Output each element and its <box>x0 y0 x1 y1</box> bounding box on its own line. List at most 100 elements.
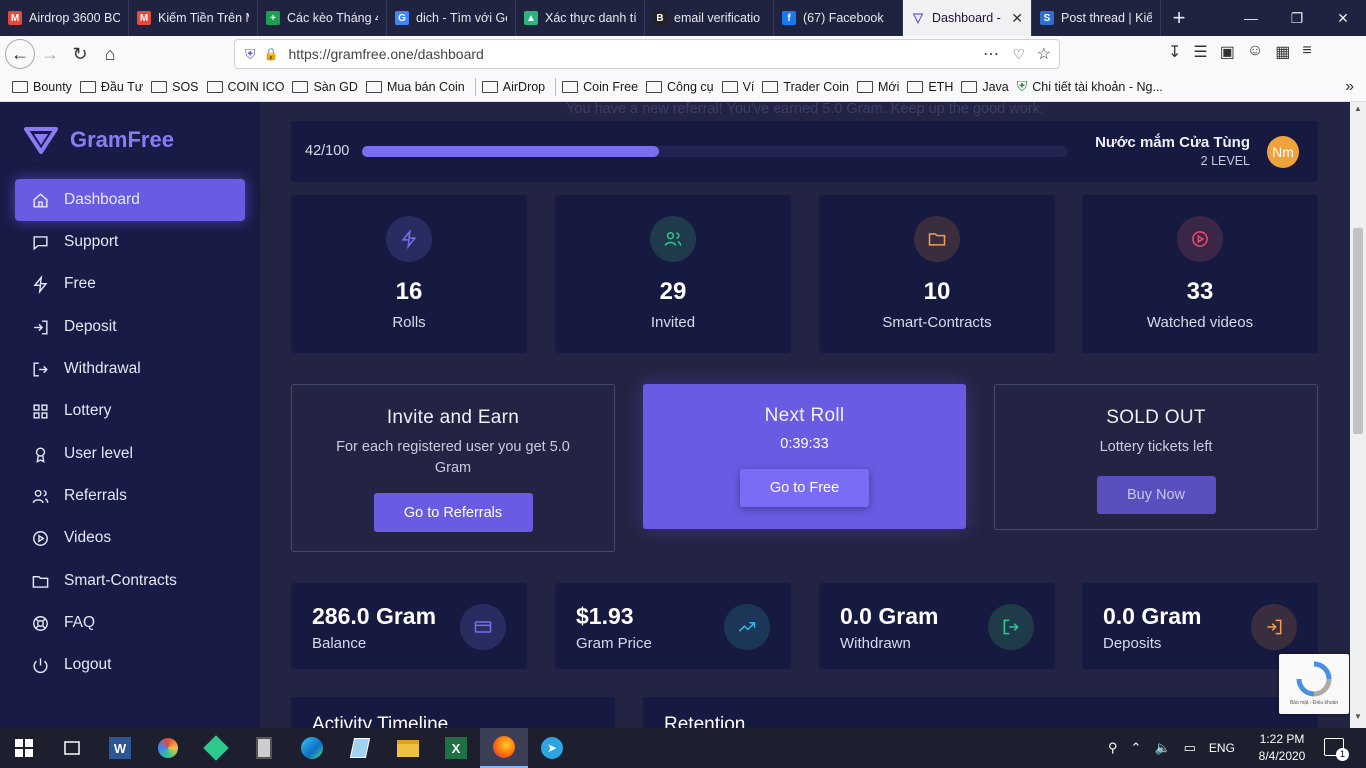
forward-icon[interactable]: → <box>35 39 65 69</box>
people-icon[interactable]: ⚲ <box>1108 740 1118 756</box>
close-tab-icon[interactable]: ✕ <box>1011 10 1023 27</box>
bookmark-item[interactable]: ⛨ Chi tiết tài khoản - Ng... <box>1015 78 1169 95</box>
tab-2[interactable]: M Kiếm Tiền Trên M <box>129 0 258 36</box>
url-bar[interactable]: ⛨ 🔒 https://gramfree.one/dashboard ⋯ ♡ ☆ <box>234 39 1060 69</box>
star-icon[interactable]: ☆ <box>1037 44 1051 64</box>
sidebar-item-deposit[interactable]: Deposit <box>15 306 245 348</box>
bookmark-item[interactable]: Mới <box>855 80 905 94</box>
sidebar-item-faq[interactable]: FAQ <box>15 602 245 644</box>
clock[interactable]: 1:22 PM 8/4/2020 <box>1252 731 1312 765</box>
new-tab-button[interactable]: + <box>1161 0 1197 36</box>
task-view-icon[interactable] <box>48 728 96 768</box>
balance-value: $1.93 <box>576 603 634 629</box>
bookmark-item[interactable]: Ví <box>720 80 761 94</box>
volume-icon[interactable]: 🔈 <box>1154 740 1170 756</box>
page-scrollbar[interactable]: ▲ ▼ <box>1350 102 1366 728</box>
bookmark-label: ETH <box>928 79 954 94</box>
sidebar-item-videos[interactable]: Videos <box>15 517 245 559</box>
more-icon[interactable]: ⋯ <box>983 44 999 64</box>
sidebar-item-support[interactable]: Support <box>15 221 245 263</box>
calculator-icon[interactable] <box>240 728 288 768</box>
more-bookmarks-icon[interactable]: » <box>1345 78 1354 96</box>
tab-7[interactable]: f (67) Facebook <box>774 0 903 36</box>
library-icon[interactable]: ☰ <box>1193 42 1207 62</box>
user-name: Nước mắm Cửa Tùng <box>1095 134 1250 151</box>
bookmark-item[interactable]: Trader Coin <box>760 80 855 94</box>
bookmark-item[interactable]: Bounty <box>10 80 78 94</box>
sidebar-item-referrals[interactable]: Referrals <box>15 475 245 517</box>
minimize-button[interactable]: — <box>1228 0 1274 36</box>
download-icon[interactable]: ↧ <box>1168 42 1181 62</box>
start-icon[interactable] <box>0 728 48 768</box>
bookmark-item[interactable]: Công cụ <box>644 80 720 94</box>
word-icon[interactable]: W <box>96 728 144 768</box>
folder-icon <box>721 80 738 93</box>
sidebar-item-withdrawal[interactable]: Withdrawal <box>15 348 245 390</box>
brand-logo[interactable]: GramFree <box>24 126 174 154</box>
menu-icon[interactable]: ≡ <box>1302 42 1311 62</box>
folder-icon <box>762 80 779 93</box>
sidebar-item-dashboard[interactable]: Dashboard <box>15 179 245 221</box>
excel-icon[interactable]: X <box>432 728 480 768</box>
edge-icon[interactable] <box>288 728 336 768</box>
bookmark-item[interactable]: AirDrop <box>480 80 551 94</box>
sidebar-item-lottery[interactable]: Lottery <box>15 390 245 432</box>
avatar[interactable]: Nm <box>1267 136 1299 168</box>
tab-favicon-icon: ▽ <box>913 10 923 25</box>
recaptcha-terms[interactable]: Bảo mật - Điều khoản <box>1283 700 1345 706</box>
tab-3[interactable]: + Các kèo Tháng 4 <box>258 0 387 36</box>
go-to-free-button[interactable]: Go to Free <box>740 469 869 507</box>
progress-track <box>362 146 1068 157</box>
sidebar-item-smart-contracts[interactable]: Smart-Contracts <box>15 560 245 602</box>
balance-card-withdrawn: 0.0 Gram Withdrawn <box>819 583 1055 669</box>
restore-button[interactable]: ❐ <box>1274 0 1320 36</box>
tab-favicon-icon: f <box>782 11 796 25</box>
telegram-icon[interactable]: ➤ <box>528 728 576 768</box>
notification-icon[interactable]: 1 <box>1324 738 1349 761</box>
sidebar-icon[interactable]: ▣ <box>1220 42 1235 62</box>
account-icon[interactable]: ☺ <box>1247 42 1263 62</box>
folder-icon <box>961 80 978 93</box>
bookmark-item[interactable]: Java <box>959 80 1014 94</box>
qr-icon[interactable]: ▦ <box>1275 42 1290 62</box>
sidebar-item-free[interactable]: Free <box>15 263 245 305</box>
invite-card: Invite and Earn For each registered user… <box>291 384 615 552</box>
reload-icon[interactable]: ↻ <box>65 39 95 69</box>
home-icon[interactable]: ⌂ <box>95 39 125 69</box>
go-to-referrals-button[interactable]: Go to Referrals <box>373 493 533 532</box>
tab-1[interactable]: M Airdrop 3600 BC <box>0 0 129 36</box>
login-icon <box>34 319 48 335</box>
bookmark-item[interactable]: Đầu Tư <box>78 80 149 94</box>
sidebar-item-logout[interactable]: Logout <box>15 644 245 686</box>
language-indicator[interactable]: ENG <box>1209 741 1235 755</box>
notepad-icon[interactable] <box>336 728 384 768</box>
tray-up-icon[interactable]: ⌃ <box>1131 740 1142 756</box>
tab-4[interactable]: Gdich - Tìm với Go <box>387 0 516 36</box>
tab-6[interactable]: Bemail verificatio <box>645 0 774 36</box>
network-icon[interactable]: ▭ <box>1184 740 1196 756</box>
close-window-button[interactable]: ✕ <box>1320 0 1366 36</box>
users-icon <box>650 216 696 262</box>
paint-icon[interactable] <box>144 728 192 768</box>
bookmark-item[interactable]: Sàn GD <box>290 80 363 94</box>
recaptcha-badge[interactable]: Bảo mật - Điều khoản <box>1279 654 1349 714</box>
pocket-icon[interactable]: ♡ <box>1012 46 1025 63</box>
bookmark-item[interactable]: Coin Free <box>560 80 644 94</box>
bookmark-item[interactable]: Mua bán Coin <box>364 80 471 94</box>
file-explorer-icon[interactable] <box>384 728 432 768</box>
sidebar-item-user-level[interactable]: User level <box>15 433 245 475</box>
buy-now-button[interactable]: Buy Now <box>1096 476 1216 514</box>
firefox-icon[interactable] <box>480 728 528 768</box>
back-icon[interactable]: ← <box>5 39 35 69</box>
scrollbar-thumb[interactable] <box>1353 228 1363 434</box>
bookmark-item[interactable]: ETH <box>905 80 959 94</box>
tab-title: Các kèo Tháng 4 <box>287 11 378 25</box>
tab-9[interactable]: S Post thread | Kiế <box>1032 0 1161 36</box>
lottery-card: SOLD OUT Lottery tickets left Buy Now <box>994 384 1318 530</box>
tab-favicon-icon: G <box>395 11 409 25</box>
bookmark-item[interactable]: COIN ICO <box>205 80 291 94</box>
tab-8[interactable]: ▽ Dashboard - ✕ <box>903 0 1032 36</box>
tab-5[interactable]: ▲ Xác thực danh tí <box>516 0 645 36</box>
bookmark-item[interactable]: SOS <box>149 80 204 94</box>
crypto-app-icon[interactable] <box>192 728 240 768</box>
